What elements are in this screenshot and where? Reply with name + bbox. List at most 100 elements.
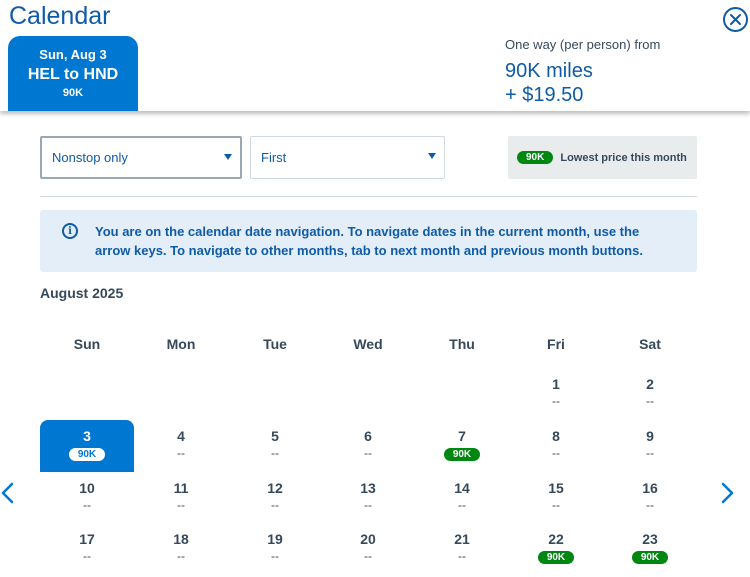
day-cell-15[interactable]: 15 -- [509,472,603,522]
day-cell-19[interactable]: 19 -- [228,523,322,573]
day-cell-4[interactable]: 4 -- [134,420,228,470]
day-number: 9 [646,428,654,444]
day-price-badge: 90K [68,448,106,461]
day-cell-21[interactable]: 21 -- [415,523,509,573]
day-number: 18 [173,531,189,547]
day-number: 8 [552,428,560,444]
day-number: 16 [642,480,658,496]
day-number: 6 [364,428,372,444]
chevron-left-icon [1,482,14,504]
day-cell-8[interactable]: 8 -- [509,420,603,470]
day-number: 1 [552,376,560,392]
day-cell-7[interactable]: 7 90K [415,420,509,470]
day-price: -- [646,498,654,512]
weekday-fri: Fri [547,336,565,352]
info-icon: i [62,223,78,239]
cabin-select-value: First [261,150,287,165]
day-cell-1[interactable]: 1 -- [509,368,603,418]
legend-badge: 90K [517,151,554,164]
day-price: -- [552,394,560,408]
day-cell-11[interactable]: 11 -- [134,472,228,522]
day-cell-10[interactable]: 10 -- [40,472,134,522]
previous-month-button[interactable] [0,481,20,505]
day-price: -- [271,549,279,563]
info-text: You are on the calendar date navigation.… [95,224,643,258]
day-number: 15 [548,480,564,496]
cabin-select[interactable]: First [250,136,445,179]
weekday-thu: Thu [449,336,475,352]
day-number: 7 [458,428,466,444]
selected-flight-tab[interactable]: Sun, Aug 3 HEL to HND 90K [8,36,138,111]
info-banner: i You are on the calendar date navigatio… [40,210,697,272]
day-number: 10 [79,480,95,496]
next-month-button[interactable] [721,481,741,505]
day-price-badge: 90K [631,551,669,564]
day-price: -- [458,498,466,512]
day-price-badge: 90K [443,448,481,461]
day-cell-14[interactable]: 14 -- [415,472,509,522]
legend-text: Lowest price this month [560,151,687,164]
day-price: -- [271,498,279,512]
weekday-mon: Mon [166,336,196,352]
fare-summary: One way (per person) from 90K miles + $1… [505,37,660,107]
day-number: 13 [360,480,376,496]
day-price: -- [177,498,185,512]
day-price: -- [646,446,654,460]
day-price: -- [177,549,185,563]
day-price: -- [177,446,185,460]
calendar-header: Calendar Sun, Aug 3 HEL to HND 90K One w… [0,0,750,111]
day-number: 17 [79,531,95,547]
day-number: 4 [177,428,185,444]
day-price: -- [83,498,91,512]
day-cell-23[interactable]: 23 90K [603,523,697,573]
day-price: -- [646,394,654,408]
chevron-right-icon [721,482,734,504]
day-number: 11 [173,480,189,496]
day-cell-22[interactable]: 22 90K [509,523,603,573]
weekday-sun: Sun [73,336,101,352]
day-number: 5 [271,428,279,444]
fare-label: One way (per person) from [505,37,661,52]
fare-miles: 90K miles [505,60,593,82]
day-cell-18[interactable]: 18 -- [134,523,228,573]
divider [40,196,697,197]
page-title: Calendar [9,2,111,30]
close-button[interactable] [723,7,748,32]
stops-select[interactable]: Nonstop only [40,136,242,179]
day-number: 21 [454,531,470,547]
day-price: -- [458,549,466,563]
day-cell-12[interactable]: 12 -- [228,472,322,522]
tab-price: 90K [62,87,84,99]
day-cell-9[interactable]: 9 -- [603,420,697,470]
fare-cash: + $19.50 [505,84,584,106]
lowest-price-legend: 90K Lowest price this month [508,136,697,179]
day-price: -- [364,446,372,460]
day-price: -- [552,498,560,512]
day-number: 23 [642,531,658,547]
day-number: 3 [83,428,91,444]
day-cell-16[interactable]: 16 -- [603,472,697,522]
day-cell-2[interactable]: 2 -- [603,368,697,418]
day-number: 22 [548,531,564,547]
day-price: -- [552,446,560,460]
day-price: -- [83,549,91,563]
day-price: -- [364,498,372,512]
chevron-down-icon [224,154,232,160]
weekday-sat: Sat [639,336,661,352]
day-cell-13[interactable]: 13 -- [321,472,415,522]
day-price-badge: 90K [537,551,575,564]
day-cell-6[interactable]: 6 -- [321,420,415,470]
day-cell-5[interactable]: 5 -- [228,420,322,470]
month-title: August 2025 [40,285,124,301]
day-number: 19 [267,531,283,547]
day-number: 14 [454,480,470,496]
close-icon [730,14,741,25]
day-price: -- [271,446,279,460]
day-cell-20[interactable]: 20 -- [321,523,415,573]
day-cell-3[interactable]: 3 90K [40,420,134,472]
day-cell-17[interactable]: 17 -- [40,523,134,573]
day-price: -- [364,549,372,563]
weekday-tue: Tue [263,336,287,352]
weekday-wed: Wed [353,336,383,352]
tab-route: HEL to HND [27,66,119,83]
